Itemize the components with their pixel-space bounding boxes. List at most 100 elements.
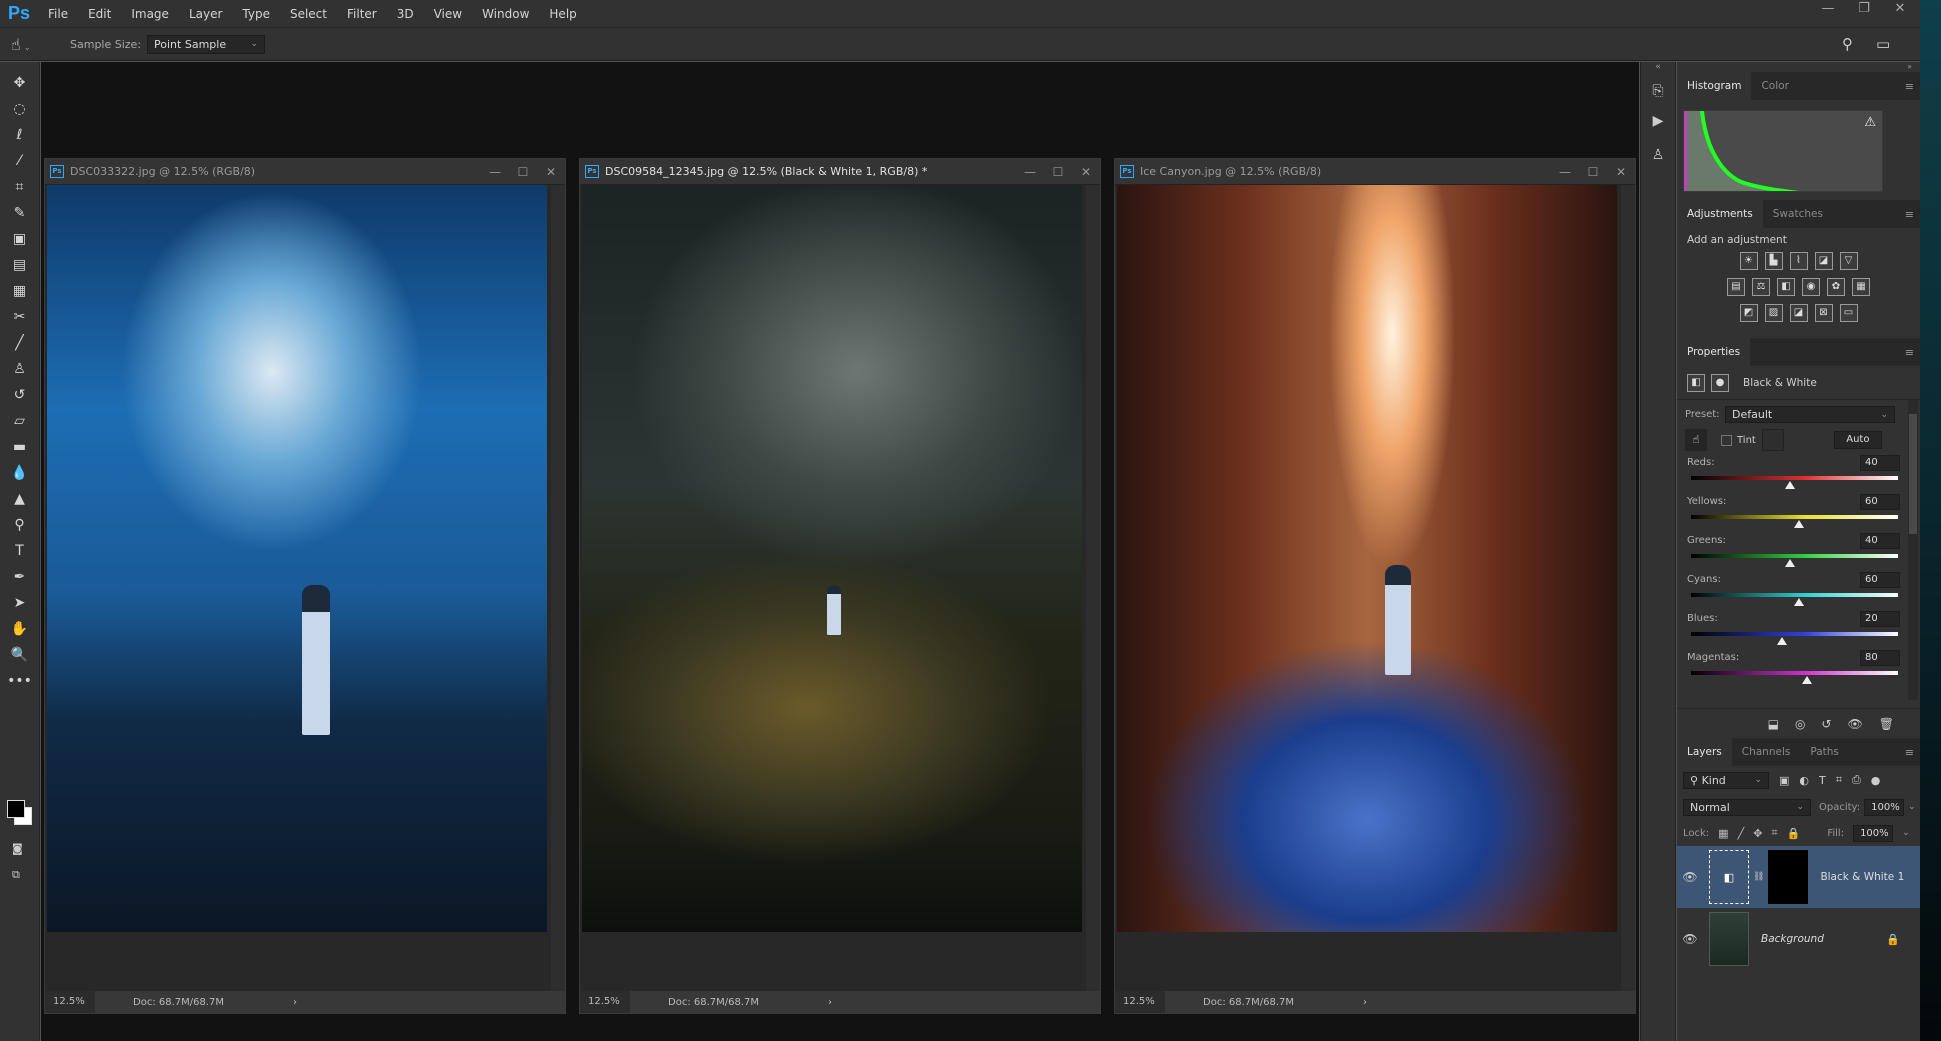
- slider-value-input[interactable]: 40: [1860, 533, 1900, 549]
- maximize-icon[interactable]: ☐: [1044, 165, 1072, 179]
- menu-filter[interactable]: Filter: [337, 7, 387, 21]
- zoom-level[interactable]: 12.5%: [45, 991, 95, 1013]
- color-lookup-icon[interactable]: ▦: [1852, 278, 1870, 296]
- move-tool-icon[interactable]: ✥: [0, 70, 39, 96]
- panel-menu-icon[interactable]: ≡: [1905, 208, 1914, 221]
- slider-thumb[interactable]: [1793, 598, 1804, 606]
- tint-checkbox[interactable]: [1721, 434, 1732, 446]
- mask-thumbnail[interactable]: [1768, 850, 1809, 904]
- menu-type[interactable]: Type: [232, 7, 280, 21]
- canvas[interactable]: [1115, 185, 1635, 991]
- close-icon[interactable]: ✕: [537, 165, 565, 179]
- hue-saturation-icon[interactable]: ▤: [1727, 278, 1745, 296]
- tab-histogram[interactable]: Histogram: [1677, 72, 1752, 100]
- cave-photo[interactable]: [582, 185, 1082, 932]
- channel-mixer-icon[interactable]: ✿: [1827, 278, 1845, 296]
- slider-track[interactable]: [1691, 632, 1898, 636]
- minimize-icon[interactable]: —: [1016, 165, 1044, 179]
- document-window-2[interactable]: Ps DSC09584_12345.jpg @ 12.5% (Black & W…: [579, 158, 1101, 1014]
- status-menu-arrow-icon[interactable]: ›: [1363, 997, 1367, 1008]
- status-menu-arrow-icon[interactable]: ›: [828, 997, 832, 1008]
- menu-3d[interactable]: 3D: [387, 7, 424, 21]
- slider-track[interactable]: [1691, 671, 1898, 675]
- black-white-icon[interactable]: ◧: [1777, 278, 1795, 296]
- eyedropper-tool-icon[interactable]: ✎: [0, 200, 39, 226]
- history-icon[interactable]: ⎘: [1641, 76, 1675, 106]
- healing-brush-tool-icon[interactable]: ▤: [0, 252, 39, 278]
- minimize-icon[interactable]: —: [1551, 165, 1579, 179]
- brightness-contrast-icon[interactable]: ☀: [1739, 252, 1758, 270]
- lasso-tool-icon[interactable]: ℓ: [0, 122, 39, 148]
- panel-menu-icon[interactable]: ≡: [1905, 746, 1914, 759]
- shape-filter-icon[interactable]: ⌗: [1836, 773, 1842, 787]
- sharpen-tool-icon[interactable]: ▲: [0, 486, 39, 512]
- lock-pixels-icon[interactable]: ╱: [1738, 827, 1745, 840]
- slider-track[interactable]: [1691, 554, 1898, 558]
- zoom-level[interactable]: 12.5%: [580, 991, 630, 1013]
- levels-icon[interactable]: ▙: [1764, 252, 1783, 270]
- panel-collapse-icon[interactable]: »: [1677, 62, 1920, 72]
- menu-help[interactable]: Help: [539, 7, 586, 21]
- slider-value-input[interactable]: 60: [1860, 494, 1900, 510]
- view-previous-state-icon[interactable]: ◎: [1795, 717, 1805, 731]
- chevron-down-icon[interactable]: ⌄: [1908, 802, 1916, 812]
- tint-color-swatch[interactable]: [1761, 429, 1784, 451]
- curves-icon[interactable]: ⌇: [1789, 252, 1808, 270]
- brush-tool-icon[interactable]: ╱: [0, 330, 39, 356]
- layer-mask-icon[interactable]: ●: [1711, 373, 1729, 392]
- pen-tool-icon[interactable]: ✒: [0, 564, 39, 590]
- vertical-scrollbar[interactable]: [1086, 185, 1100, 991]
- screen-mode-icon[interactable]: ⧉: [12, 868, 20, 882]
- tab-swatches[interactable]: Swatches: [1763, 200, 1833, 228]
- slider-track[interactable]: [1691, 593, 1898, 597]
- document-tab[interactable]: Ps DSC033322.jpg @ 12.5% (RGB/8) — ☐ ✕: [45, 159, 565, 185]
- slider-thumb[interactable]: [1793, 520, 1804, 528]
- spot-healing-tool-icon[interactable]: ▣: [0, 226, 39, 252]
- layer-row[interactable]: 👁 ◧ ⛓ Black & White 1: [1677, 846, 1920, 908]
- pixel-filter-icon[interactable]: ▣: [1779, 774, 1789, 787]
- preset-select[interactable]: Default ⌄: [1725, 406, 1895, 423]
- menu-file[interactable]: File: [38, 7, 78, 21]
- layer-thumbnail[interactable]: [1709, 912, 1749, 966]
- history-brush-tool-icon[interactable]: ↺: [0, 382, 39, 408]
- ice-canyon-photo[interactable]: [1117, 185, 1617, 932]
- zoom-tool-icon[interactable]: 🔍: [0, 642, 39, 668]
- waterfall-photo[interactable]: [47, 185, 547, 932]
- tab-paths[interactable]: Paths: [1800, 738, 1849, 766]
- slider-value-input[interactable]: 80: [1860, 650, 1900, 666]
- type-tool-icon[interactable]: T: [0, 538, 39, 564]
- tab-layers[interactable]: Layers: [1677, 738, 1732, 766]
- document-tab[interactable]: Ps Ice Canyon.jpg @ 12.5% (RGB/8) — ☐ ✕: [1115, 159, 1635, 185]
- restore-button[interactable]: ❐: [1846, 0, 1882, 20]
- path-selection-tool-icon[interactable]: ➤: [0, 590, 39, 616]
- layer-row[interactable]: 👁 Background 🔒: [1677, 908, 1920, 970]
- marquee-tool-icon[interactable]: ◌: [0, 96, 39, 122]
- sample-size-select[interactable]: Point Sample ⌄: [147, 34, 266, 54]
- chevron-down-icon[interactable]: ⌄: [1902, 828, 1910, 838]
- vibrance-icon[interactable]: ▽: [1839, 252, 1858, 270]
- slider-value-input[interactable]: 20: [1860, 611, 1900, 627]
- vertical-scrollbar[interactable]: [1621, 185, 1635, 991]
- type-filter-icon[interactable]: T: [1819, 774, 1826, 787]
- exposure-icon[interactable]: ◪: [1814, 252, 1833, 270]
- close-button[interactable]: ✕: [1882, 0, 1918, 20]
- threshold-icon[interactable]: ◪: [1789, 304, 1808, 322]
- tab-adjustments[interactable]: Adjustments: [1677, 200, 1763, 228]
- more-tool-icon[interactable]: •••: [0, 668, 39, 694]
- link-icon[interactable]: ⛓: [1753, 872, 1764, 882]
- lock-artboard-icon[interactable]: ⌗: [1771, 826, 1777, 840]
- maximize-icon[interactable]: ☐: [1579, 165, 1607, 179]
- slider-thumb[interactable]: [1777, 637, 1788, 645]
- adjustment-thumbnail[interactable]: ◧: [1709, 850, 1749, 904]
- lock-all-icon[interactable]: 🔒: [1787, 827, 1801, 840]
- clone-stamp-tool-icon[interactable]: ♙: [0, 356, 39, 382]
- status-menu-arrow-icon[interactable]: ›: [293, 997, 297, 1008]
- blend-mode-select[interactable]: Normal ⌄: [1683, 798, 1811, 816]
- clone-source-icon[interactable]: ♙: [1641, 140, 1675, 170]
- posterize-icon[interactable]: ▨: [1764, 304, 1783, 322]
- quick-mask-icon[interactable]: ◙: [12, 842, 23, 855]
- hand-tool-icon[interactable]: ✋: [0, 616, 39, 642]
- document-tab[interactable]: Ps DSC09584_12345.jpg @ 12.5% (Black & W…: [580, 159, 1100, 185]
- tab-color[interactable]: Color: [1751, 72, 1798, 100]
- eraser-tool-icon[interactable]: ▱: [0, 408, 39, 434]
